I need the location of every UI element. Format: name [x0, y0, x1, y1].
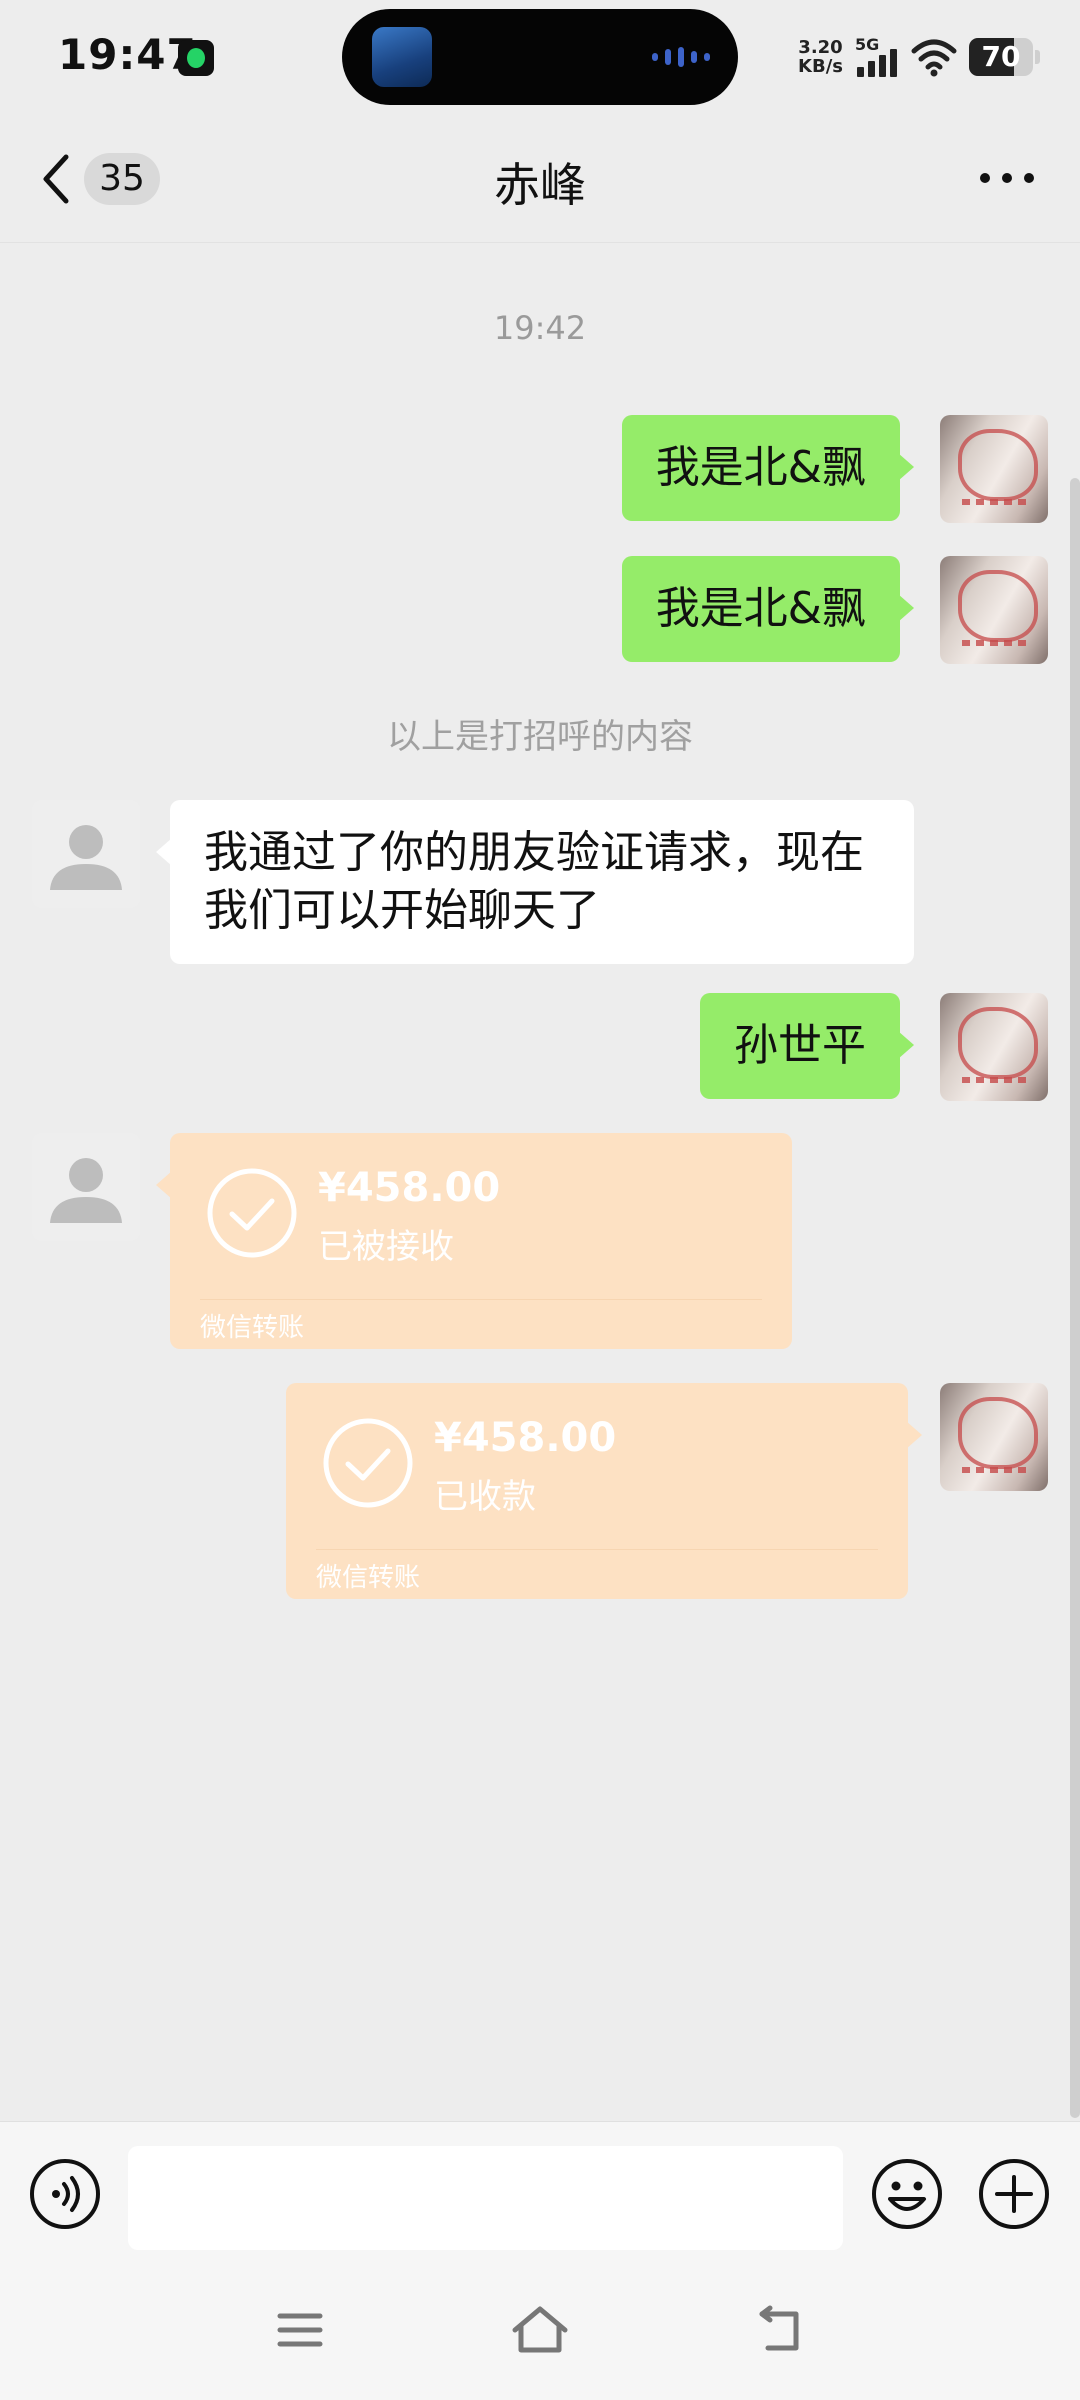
signal-icon: 5G	[855, 35, 899, 77]
menu-icon[interactable]	[276, 2310, 324, 2350]
plus-icon[interactable]	[977, 2157, 1051, 2231]
transfer-source: 微信转账	[200, 1313, 305, 1343]
input-bar	[0, 2121, 1080, 2260]
network-speed: 3.20 KB/s	[798, 38, 843, 76]
status-time: 19:47	[58, 30, 197, 79]
transfer-amount: ¥458.00	[434, 1415, 617, 1461]
unread-count-badge[interactable]: 35	[84, 153, 160, 205]
transfer-card-peer[interactable]: ¥458.00 已被接收 微信转账	[156, 1133, 792, 1349]
transfer-status: 已被接收	[318, 1227, 454, 1267]
voice-icon[interactable]	[28, 2157, 102, 2231]
check-circle-icon	[323, 1418, 413, 1508]
home-icon[interactable]	[510, 2304, 570, 2354]
back-icon[interactable]	[754, 2304, 804, 2354]
message-list[interactable]: 19:42 我是北&飘 我是北&飘 以上是打招呼的内容 我通过了你的朋友验证请求…	[0, 243, 1080, 2121]
message-bubble-self[interactable]: 我是北&飘	[621, 415, 915, 521]
transfer-amount: ¥458.00	[318, 1165, 501, 1211]
peer-avatar[interactable]	[32, 800, 140, 908]
audio-wave-icon	[652, 47, 710, 67]
music-app-icon	[178, 40, 214, 76]
self-avatar[interactable]	[940, 556, 1048, 664]
default-avatar-icon	[50, 825, 122, 890]
system-notice: 以上是打招呼的内容	[387, 717, 693, 757]
message-bubble-self[interactable]: 我是北&飘	[621, 556, 915, 662]
self-avatar[interactable]	[940, 415, 1048, 523]
check-circle-icon	[207, 1168, 297, 1258]
status-indicators: 3.20 KB/s 5G 70	[798, 32, 1040, 82]
message-bubble-peer[interactable]: 我通过了你的朋友验证请求，现在我们可以开始聊天了	[156, 800, 914, 964]
network-speed-value: 3.20	[798, 37, 843, 58]
dynamic-island[interactable]	[342, 9, 738, 105]
status-bar: 19:47 3.20 KB/s 5G 70	[0, 0, 1080, 115]
transfer-divider	[316, 1549, 878, 1550]
chat-title: 赤峰	[494, 158, 586, 212]
battery-percent: 70	[981, 40, 1021, 73]
wifi-icon	[911, 39, 957, 77]
chat-header: 35 赤峰	[0, 115, 1080, 243]
message-input[interactable]	[128, 2146, 843, 2250]
battery-icon: 70	[969, 38, 1033, 76]
emoji-icon[interactable]	[870, 2157, 944, 2231]
transfer-source: 微信转账	[316, 1563, 421, 1593]
transfer-card-self[interactable]: ¥458.00 已收款 微信转账	[286, 1383, 922, 1599]
peer-avatar[interactable]	[32, 1133, 140, 1241]
transfer-status: 已收款	[434, 1477, 536, 1517]
system-navigation-bar	[0, 2260, 1080, 2400]
message-timestamp: 19:42	[493, 309, 587, 347]
chevron-left-icon[interactable]	[36, 151, 76, 207]
album-thumbnail	[372, 27, 432, 87]
network-speed-unit: KB/s	[798, 56, 843, 77]
message-bubble-self[interactable]: 孙世平	[700, 993, 914, 1099]
self-avatar[interactable]	[940, 993, 1048, 1101]
battery-cap	[1035, 50, 1040, 64]
transfer-divider	[200, 1299, 762, 1300]
default-avatar-icon	[50, 1158, 122, 1223]
self-avatar[interactable]	[940, 1383, 1048, 1491]
more-dots-icon[interactable]	[980, 173, 1034, 183]
